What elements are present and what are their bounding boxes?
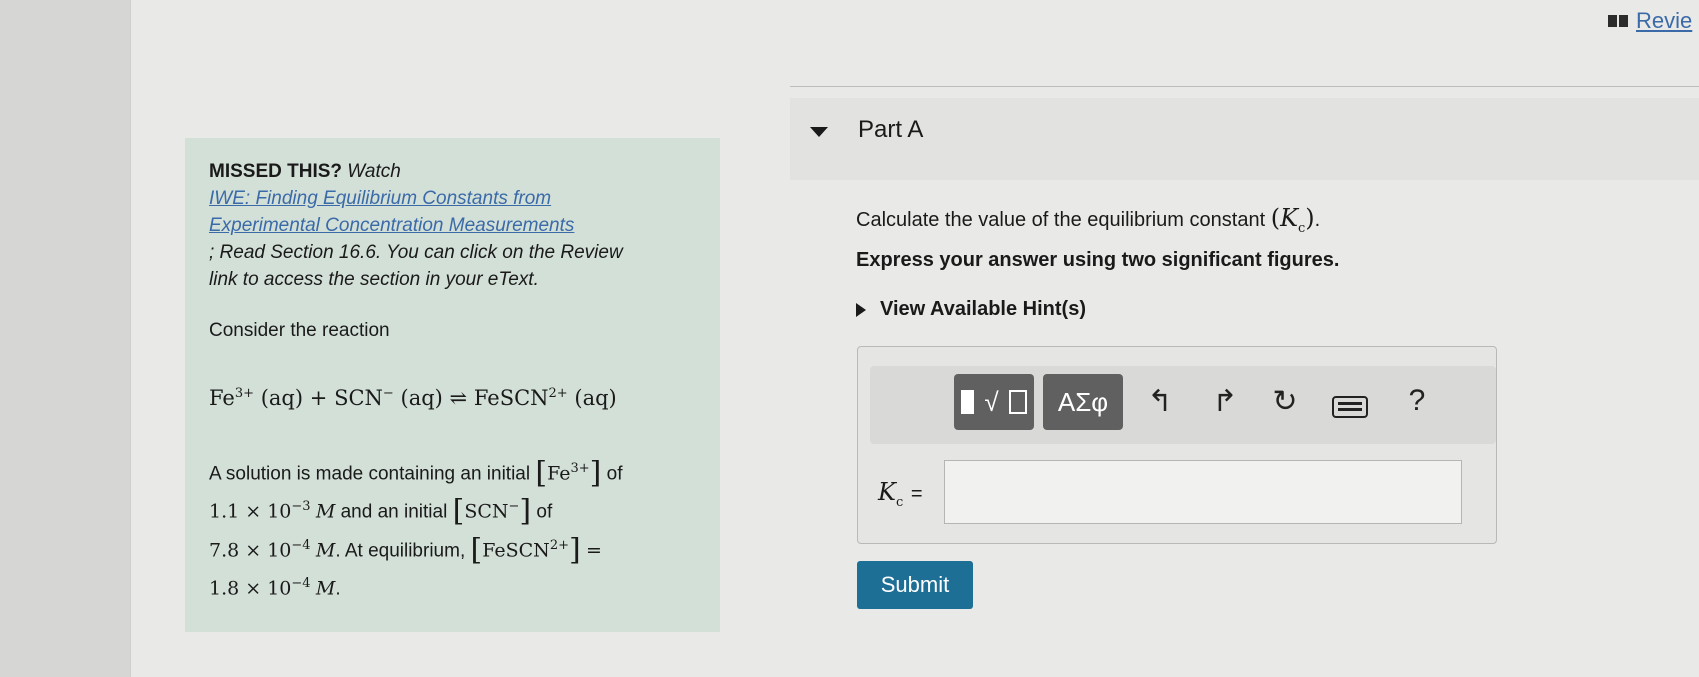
header-divider [790, 86, 1699, 87]
k-subscript: c [1298, 220, 1306, 236]
product-symbol: FeSCN [473, 386, 549, 410]
scn-charge: − [382, 386, 394, 401]
hints-toggle[interactable]: View Available Hint(s) [856, 298, 1086, 321]
fe-charge: 3+ [234, 386, 255, 401]
scn-concentration: 7.8 × 10 [209, 538, 292, 561]
book-icon [1608, 15, 1628, 27]
equilibrium-arrow: ⇌ [449, 386, 468, 410]
scn-bracket-symbol: SCN [464, 500, 509, 523]
read-section-text: ; Read Section 16.6. You can click on th… [209, 239, 696, 293]
review-link-area[interactable]: Revie [1608, 8, 1692, 34]
collapse-triangle-icon[interactable] [810, 127, 828, 137]
product-exponent: −4 [291, 575, 311, 591]
product-charge: 2+ [548, 386, 568, 401]
read-line1: ; Read Section 16.6. You can click on th… [209, 242, 623, 263]
reset-icon[interactable]: ↻ [1265, 384, 1305, 419]
of-2: of [536, 501, 553, 523]
fe-symbol: Fe [209, 386, 235, 410]
template-box-outline-icon [1008, 390, 1027, 414]
aq-3: (aq) [574, 386, 617, 410]
hints-label[interactable]: View Available Hint(s) [880, 298, 1086, 321]
video-link-line2[interactable]: Experimental Concentration Measurements [209, 215, 574, 236]
solution-text: A solution is made containing an initial… [209, 455, 623, 600]
product-bracket-symbol: FeSCN [482, 538, 550, 561]
aq-1: (aq) [260, 386, 304, 410]
solution-t3: . At equilibrium, [335, 539, 466, 561]
equals-sign: = [585, 538, 602, 561]
k-label-symbol: K [878, 478, 896, 506]
product-concentration: 1.8 × 10 [209, 577, 292, 600]
scn-bracket-charge: − [508, 499, 520, 515]
unit-m-2: M [315, 538, 336, 561]
templates-button[interactable]: √ [954, 374, 1034, 430]
info-panel: MISSED THIS? Watch IWE: Finding Equilibr… [185, 138, 720, 632]
unit-m-3: M [315, 577, 336, 600]
solution-t1: A solution is made containing an initial [209, 463, 531, 485]
consider-text: Consider the reaction [209, 320, 390, 341]
solution-t2: and an initial [340, 501, 448, 523]
product-bracket-charge: 2+ [549, 537, 569, 553]
period: . [335, 578, 341, 600]
submit-button[interactable]: Submit [857, 561, 973, 609]
sqrt-icon: √ [984, 386, 999, 417]
unit-m-1: M [315, 500, 336, 523]
undo-icon[interactable]: ↰ [1140, 384, 1180, 419]
outer-background [0, 0, 130, 677]
keyboard-icon[interactable] [1330, 392, 1370, 426]
k-label: Kc = [878, 478, 923, 510]
k-label-equals: = [910, 483, 923, 505]
fe-bracket-charge: 3+ [570, 461, 590, 476]
aq-2: (aq) [400, 386, 443, 410]
part-title[interactable]: Part A [858, 116, 923, 144]
read-line2: link to access the section in your eText… [209, 269, 539, 290]
of-1: of [606, 463, 623, 485]
video-link[interactable]: IWE: Finding Equilibrium Constants from … [209, 185, 696, 239]
k-label-subscript: c [895, 494, 904, 510]
greek-symbols-button[interactable]: ΑΣφ [1043, 374, 1123, 430]
question-text: Calculate the value of the equilibrium c… [856, 204, 1321, 236]
video-link-line1[interactable]: IWE: Finding Equilibrium Constants from [209, 188, 551, 209]
fe-concentration: 1.1 × 10 [209, 500, 292, 523]
part-header[interactable] [790, 98, 1699, 180]
watch-label: Watch [347, 161, 401, 182]
missed-label: MISSED THIS? [209, 161, 343, 182]
missed-line: MISSED THIS? Watch [209, 158, 696, 185]
scn-exponent: −4 [291, 537, 311, 553]
reaction-equation: Fe3+ (aq) + SCN− (aq) ⇌ FeSCN2+ (aq) [209, 380, 696, 412]
question-label: Calculate the value of the equilibrium c… [856, 209, 1266, 231]
fe-exponent: −3 [291, 499, 311, 515]
help-icon[interactable]: ? [1397, 384, 1437, 418]
redo-icon[interactable]: ↱ [1205, 384, 1245, 419]
answer-input[interactable] [944, 460, 1462, 524]
fe-bracket-symbol: Fe [547, 462, 571, 485]
review-link[interactable]: Revie [1636, 8, 1692, 34]
template-box-icon [961, 390, 975, 414]
k-symbol: K [1280, 204, 1299, 232]
scn-symbol: SCN [334, 386, 383, 410]
express-instruction: Express your answer using two significan… [856, 249, 1340, 271]
plus-sign: + [309, 386, 328, 410]
expand-triangle-icon [856, 302, 866, 317]
